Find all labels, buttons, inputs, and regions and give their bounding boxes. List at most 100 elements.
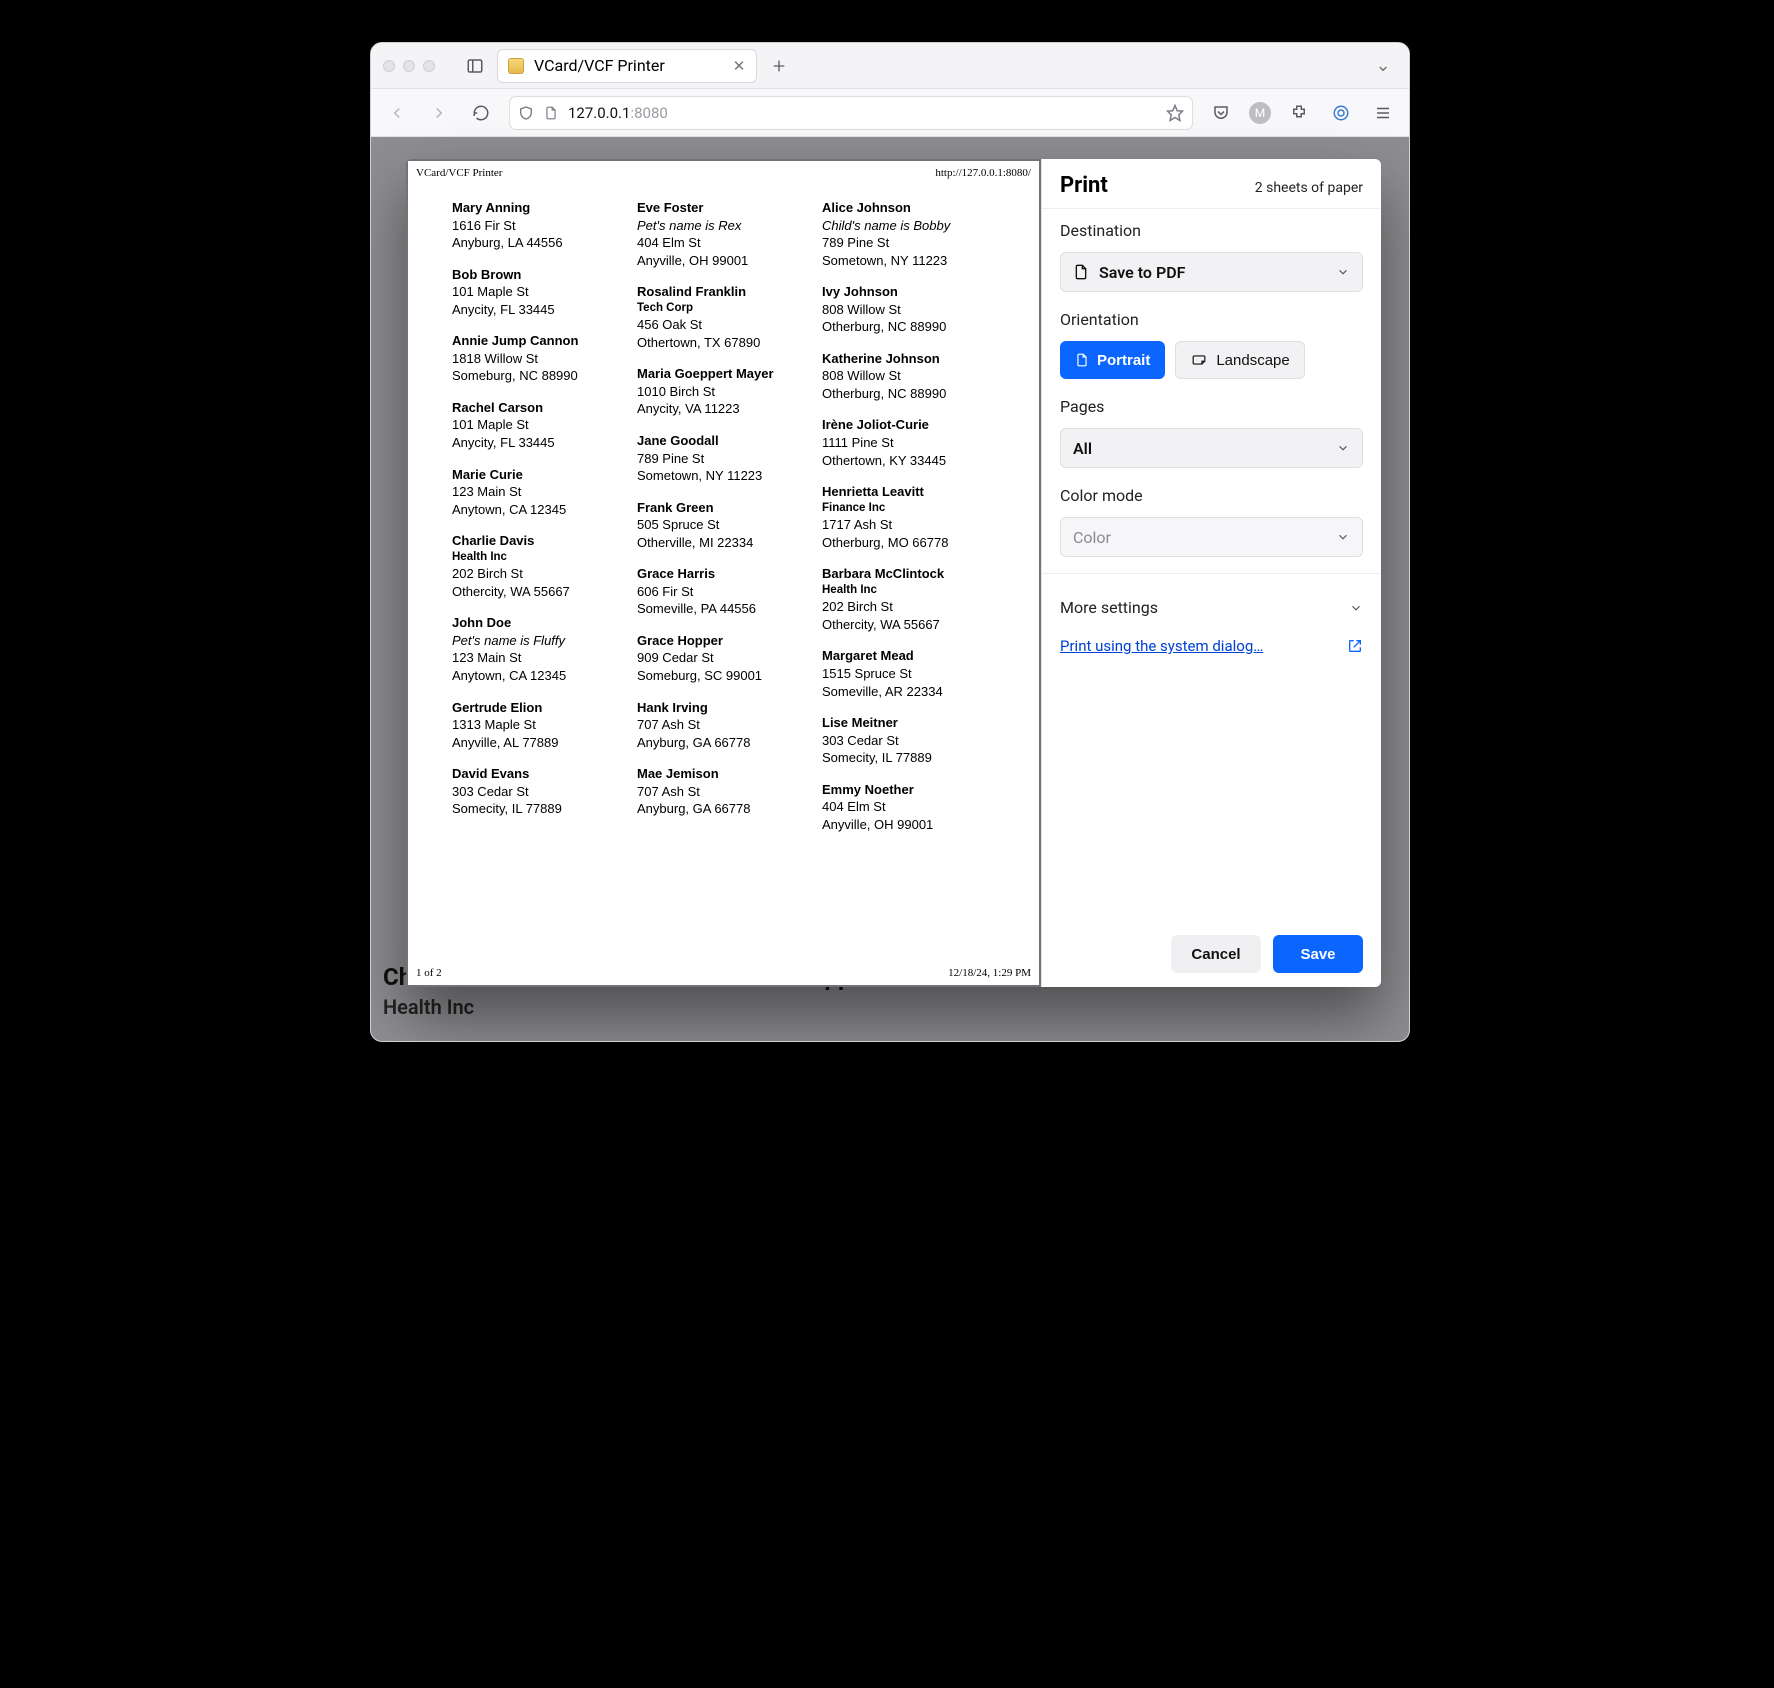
- contact-line: Otherburg, MO 66778: [822, 534, 995, 552]
- contact-line: Sometown, NY 11223: [822, 252, 995, 270]
- site-identity-icon[interactable]: [544, 105, 558, 121]
- contact-line: Someville, AR 22334: [822, 683, 995, 701]
- contact-entry: Gertrude Elion1313 Maple StAnyville, AL …: [452, 699, 625, 752]
- contact-name: Grace Hopper: [637, 632, 810, 650]
- colormode-select[interactable]: Color: [1060, 517, 1363, 557]
- contact-line: 606 Fir St: [637, 583, 810, 601]
- contact-line: 202 Birch St: [452, 565, 625, 583]
- contact-line: Someville, PA 44556: [637, 600, 810, 618]
- preview-column: Alice JohnsonChild's name is Bobby789 Pi…: [822, 199, 995, 955]
- contact-line: 808 Willow St: [822, 367, 995, 385]
- external-link-icon: [1347, 638, 1363, 654]
- contact-name: Barbara McClintock: [822, 565, 995, 583]
- contact-name: Ivy Johnson: [822, 283, 995, 301]
- preview-header-url: http://127.0.0.1:8080/: [935, 167, 1031, 179]
- onepassword-icon[interactable]: [1327, 99, 1355, 127]
- contact-entry: Marie Curie123 Main StAnytown, CA 12345: [452, 466, 625, 519]
- destination-select[interactable]: Save to PDF: [1060, 252, 1363, 292]
- contact-entry: Emmy Noether404 Elm StAnyville, OH 99001: [822, 781, 995, 834]
- contact-line: Anycity, FL 33445: [452, 301, 625, 319]
- traffic-close[interactable]: [383, 60, 395, 72]
- traffic-minimize[interactable]: [403, 60, 415, 72]
- contact-entry: Rosalind FranklinTech Corp456 Oak StOthe…: [637, 283, 810, 351]
- cancel-button[interactable]: Cancel: [1171, 935, 1261, 973]
- browser-window: VCard/VCF Printer ✕: [370, 42, 1410, 1042]
- portrait-icon: [1075, 351, 1089, 369]
- destination-label: Destination: [1060, 221, 1363, 240]
- contact-line: 1313 Maple St: [452, 716, 625, 734]
- app-menu-button[interactable]: [1369, 99, 1397, 127]
- contact-name: Eve Foster: [637, 199, 810, 217]
- contact-entry: Irène Joliot-Curie1111 Pine StOthertown,…: [822, 416, 995, 469]
- url-text: 127.0.0.1:8080: [568, 104, 668, 122]
- pages-value: All: [1073, 439, 1092, 458]
- contact-entry: Lise Meitner303 Cedar StSomecity, IL 778…: [822, 714, 995, 767]
- nav-reload-button[interactable]: [467, 99, 495, 127]
- contact-line: 1111 Pine St: [822, 434, 995, 452]
- contact-line: 789 Pine St: [822, 234, 995, 252]
- system-dialog-link[interactable]: Print using the system dialog…: [1060, 637, 1263, 655]
- bookmark-star-icon[interactable]: [1166, 104, 1184, 122]
- contact-name: Gertrude Elion: [452, 699, 625, 717]
- contact-line: 303 Cedar St: [822, 732, 995, 750]
- account-avatar[interactable]: M: [1249, 102, 1271, 124]
- contact-entry: Grace Harris606 Fir StSomeville, PA 4455…: [637, 565, 810, 618]
- tab-overflow-button[interactable]: [1369, 52, 1397, 80]
- contact-entry: Katherine Johnson808 Willow StOtherburg,…: [822, 350, 995, 403]
- contact-line: 123 Main St: [452, 483, 625, 501]
- contact-line: Othertown, TX 67890: [637, 334, 810, 352]
- chevron-down-icon: [1336, 530, 1350, 544]
- tab-close-icon[interactable]: ✕: [728, 57, 750, 75]
- nav-forward-button[interactable]: [425, 99, 453, 127]
- contact-line: Anyville, AL 77889: [452, 734, 625, 752]
- pocket-icon[interactable]: [1207, 99, 1235, 127]
- nav-back-button[interactable]: [383, 99, 411, 127]
- new-tab-button[interactable]: [765, 52, 793, 80]
- contact-name: Irène Joliot-Curie: [822, 416, 995, 434]
- print-preview-pane[interactable]: VCard/VCF Printer http://127.0.0.1:8080/…: [406, 159, 1041, 987]
- print-settings-pane: Print 2 sheets of paper Destination Save…: [1041, 159, 1381, 987]
- contact-entry: David Evans303 Cedar StSomecity, IL 7788…: [452, 765, 625, 818]
- contact-line: Someburg, NC 88990: [452, 367, 625, 385]
- contact-name: Marie Curie: [452, 466, 625, 484]
- orientation-portrait-button[interactable]: Portrait: [1060, 341, 1165, 379]
- contact-entry: Frank Green505 Spruce StOtherville, MI 2…: [637, 499, 810, 552]
- print-dialog: VCard/VCF Printer http://127.0.0.1:8080/…: [406, 159, 1381, 987]
- contact-line: Otherville, MI 22334: [637, 534, 810, 552]
- more-settings-toggle[interactable]: More settings: [1060, 590, 1363, 625]
- destination-value: Save to PDF: [1099, 263, 1185, 282]
- pages-label: Pages: [1060, 397, 1363, 416]
- dialog-footer: Cancel Save: [1042, 921, 1381, 987]
- contact-line: Somecity, IL 77889: [822, 749, 995, 767]
- contact-line: Anytown, CA 12345: [452, 667, 625, 685]
- contact-name: Annie Jump Cannon: [452, 332, 625, 350]
- sidebar-toggle-icon[interactable]: [461, 52, 489, 80]
- contact-line: Anyburg, LA 44556: [452, 234, 625, 252]
- browser-tab[interactable]: VCard/VCF Printer ✕: [497, 49, 757, 83]
- contact-entry: Annie Jump Cannon1818 Willow StSomeburg,…: [452, 332, 625, 385]
- contact-org: Tech Corp: [637, 301, 810, 317]
- contact-line: 202 Birch St: [822, 598, 995, 616]
- orientation-landscape-button[interactable]: Landscape: [1175, 341, 1304, 379]
- contact-entry: Charlie DavisHealth Inc202 Birch StOther…: [452, 532, 625, 600]
- save-button[interactable]: Save: [1273, 935, 1363, 973]
- extensions-icon[interactable]: [1285, 99, 1313, 127]
- url-toolbar: 127.0.0.1:8080 M: [371, 89, 1409, 137]
- contact-line: 505 Spruce St: [637, 516, 810, 534]
- contact-entry: Margaret Mead1515 Spruce StSomeville, AR…: [822, 647, 995, 700]
- contact-name: Alice Johnson: [822, 199, 995, 217]
- url-bar[interactable]: 127.0.0.1:8080: [509, 96, 1193, 130]
- contact-line: 1010 Birch St: [637, 383, 810, 401]
- landscape-icon: [1190, 353, 1208, 367]
- contact-line: 707 Ash St: [637, 716, 810, 734]
- tracking-shield-icon[interactable]: [518, 105, 534, 121]
- contact-note: Pet's name is Fluffy: [452, 632, 625, 650]
- contact-line: Othertown, KY 33445: [822, 452, 995, 470]
- pages-select[interactable]: All: [1060, 428, 1363, 468]
- contact-line: 456 Oak St: [637, 316, 810, 334]
- chevron-down-icon: [1336, 265, 1350, 279]
- contact-note: Child's name is Bobby: [822, 217, 995, 235]
- traffic-zoom[interactable]: [423, 60, 435, 72]
- contact-line: 404 Elm St: [637, 234, 810, 252]
- contact-line: 808 Willow St: [822, 301, 995, 319]
